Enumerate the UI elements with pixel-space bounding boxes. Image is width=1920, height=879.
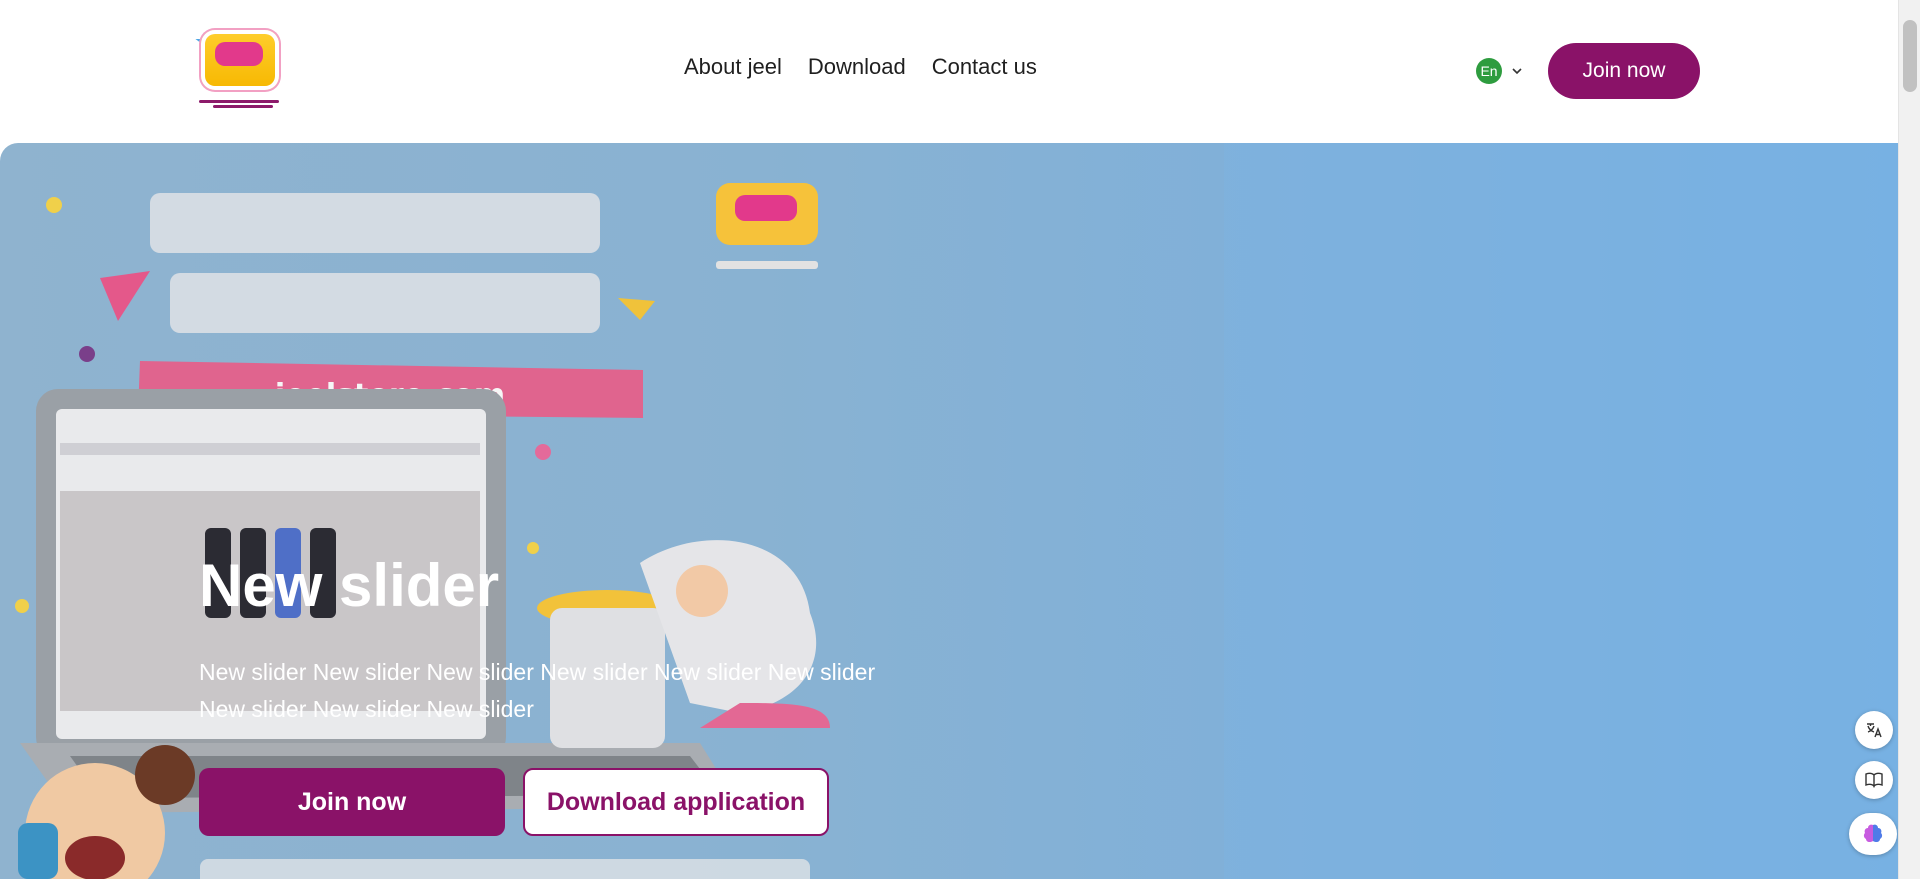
chevron-down-icon — [1512, 68, 1522, 75]
nav-download[interactable]: Download — [808, 54, 906, 80]
scrollbar-thumb[interactable] — [1903, 20, 1917, 92]
language-badge: En — [1476, 58, 1502, 84]
hero-title: New slider — [199, 552, 500, 619]
logo-mark — [201, 30, 279, 90]
logo-tagline — [199, 98, 287, 110]
join-now-header-button[interactable]: Join now — [1548, 43, 1700, 99]
hero-slider: jeelstore.com New slider New slider New … — [0, 143, 1898, 879]
translate-icon — [1867, 723, 1882, 738]
nav-contact[interactable]: Contact us — [932, 54, 1037, 80]
page-scrollbar[interactable] — [1898, 0, 1920, 879]
main-nav: About jeel Download Contact us — [684, 54, 1037, 80]
language-selector[interactable]: En — [1476, 58, 1524, 84]
assistant-widget-button[interactable] — [1849, 813, 1897, 855]
site-header: About jeel Download Contact us En Join n… — [0, 0, 1898, 143]
book-icon — [1865, 772, 1883, 788]
translate-widget-button[interactable] — [1855, 711, 1893, 749]
jeel-logo[interactable] — [195, 28, 287, 116]
hero-description: New slider New slider New slider New sli… — [199, 659, 876, 722]
hero-download-button[interactable]: Download application — [523, 768, 829, 836]
reader-widget-button[interactable] — [1855, 761, 1893, 799]
brain-icon — [1863, 824, 1883, 843]
hero-join-now-button[interactable]: Join now — [199, 768, 505, 836]
nav-about[interactable]: About jeel — [684, 54, 782, 80]
